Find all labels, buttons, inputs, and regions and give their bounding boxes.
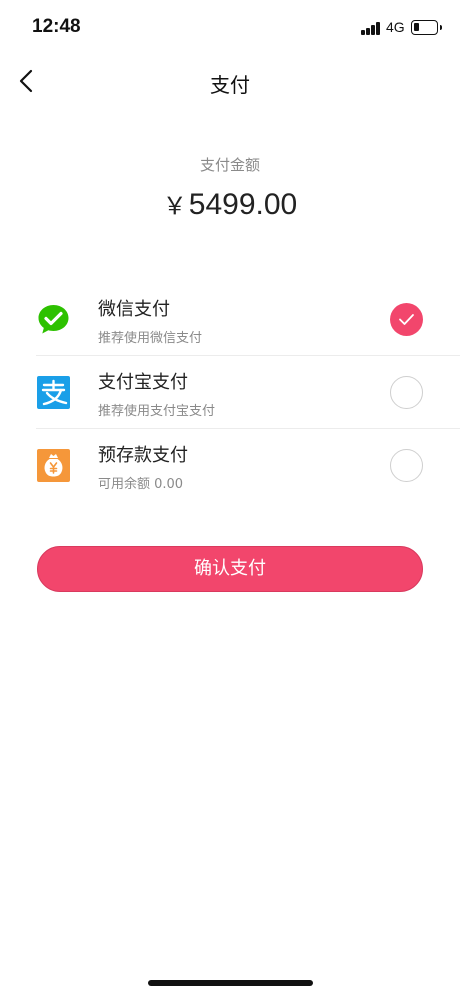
alipay-icon (37, 376, 70, 409)
amount-number: 5499.00 (188, 188, 298, 221)
wechat-pay-icon (37, 303, 70, 336)
payment-method-list: 微信支付 推荐使用微信支付 支付宝支付 推荐使用支付宝支付 预存款支付 可用余额… (0, 283, 460, 502)
unselected-radio[interactable] (390, 449, 423, 482)
payment-option-title: 支付宝支付 (98, 372, 188, 393)
network-type: 4G (386, 19, 405, 35)
payment-option-wechat[interactable]: 微信支付 推荐使用微信支付 (0, 283, 460, 356)
selected-radio[interactable] (390, 303, 423, 336)
confirm-payment-button[interactable]: 确认支付 (37, 546, 423, 592)
page-title: 支付 (210, 73, 250, 97)
payment-option-subtitle: 可用余额 0.00 (98, 477, 184, 492)
currency-symbol: ￥ (162, 193, 187, 220)
amount-label: 支付金额 (199, 156, 260, 174)
amount-value: ￥5499.00 (0, 186, 460, 222)
deposit-wallet-icon (37, 449, 70, 482)
payment-option-subtitle: 推荐使用支付宝支付 (98, 404, 216, 419)
payment-option-title: 微信支付 (98, 299, 170, 320)
payment-option-alipay[interactable]: 支付宝支付 推荐使用支付宝支付 (0, 356, 460, 429)
payment-option-title: 预存款支付 (98, 445, 188, 466)
payment-option-deposit[interactable]: 预存款支付 可用余额 0.00 (0, 429, 460, 502)
payment-option-subtitle: 推荐使用微信支付 (98, 331, 203, 346)
unselected-radio[interactable] (390, 376, 423, 409)
nav-bar: 支付 (0, 56, 460, 108)
battery-icon (411, 20, 442, 35)
checkmark-icon (399, 314, 414, 325)
signal-strength-icon (361, 22, 381, 35)
status-time: 12:48 (32, 16, 81, 37)
home-indicator[interactable] (148, 980, 313, 986)
status-bar: 12:48 4G (0, 0, 460, 56)
